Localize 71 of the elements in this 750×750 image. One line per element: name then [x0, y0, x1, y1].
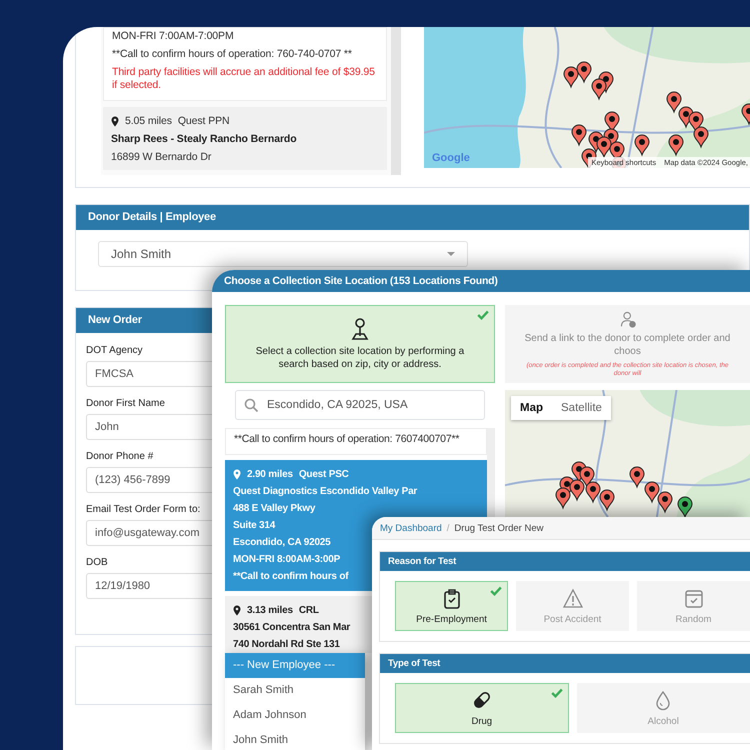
map-logo: Google — [432, 152, 470, 164]
select-value: John Smith — [111, 247, 172, 261]
field-label: Donor First Name — [86, 398, 166, 409]
breadcrumb-link[interactable]: My Dashboard — [380, 522, 442, 534]
site-note: **Call to confirm hours of operation: 760-740-0707 ** — [112, 48, 353, 61]
check-icon — [490, 586, 502, 596]
option-label: Drug — [471, 716, 492, 726]
scrollbar[interactable] — [391, 27, 401, 175]
input-field[interactable]: (123) 456-7899 — [86, 467, 212, 493]
map-pin-icon — [111, 116, 119, 127]
site-detail: Suite 314 — [233, 519, 276, 533]
site-detail: MON-FRI 8:00AM-3:00P — [233, 553, 340, 567]
site-card[interactable]: 5.05 miles Quest PPN Sharp Rees - Stealy Rancho Bernardo 16899 W Bernardo Dr — [103, 107, 387, 170]
warning-icon — [562, 588, 582, 610]
hours-text: MON-FRI 7:00AM-7:00PM — [112, 30, 235, 43]
site-name: Sharp Rees - Stealy Rancho Bernardo — [111, 133, 298, 146]
panel-header: Donor Details | Employee — [76, 205, 749, 230]
site-detail: Quest Diagnostics Escondido Valley Par — [233, 485, 418, 499]
site-detail: 488 E Valley Pkwy — [233, 502, 316, 516]
provider-text: CRL — [298, 604, 319, 618]
provider-text: Quest PPN — [178, 115, 230, 128]
fee-notice: Third party facilities will accrue an additional fee of $39.95 if selected. — [112, 66, 376, 92]
distance-text: 2.90 miles — [247, 468, 293, 482]
clipboard-icon — [442, 588, 462, 610]
menu-item[interactable]: Adam Johnson — [225, 703, 365, 728]
option-label: Random — [676, 614, 712, 624]
breadcrumb-separator: / — [446, 522, 450, 534]
option-text: Select a collection site location by performing a search based on zip, city or address. — [254, 345, 466, 371]
site-detail: 740 Nordahl Rd Ste 131 — [233, 638, 340, 652]
panel-header: Type of Test — [380, 654, 750, 673]
site-detail: **Call to confirm hours of operation: 7607400707** — [234, 432, 460, 447]
panel-header: Reason for Test — [380, 552, 750, 571]
site-card[interactable]: **Call to confirm hours of operation: 7607400707** — [225, 428, 487, 455]
check-icon — [477, 310, 489, 320]
input-field[interactable]: 12/19/1980 — [86, 573, 212, 599]
field-label: Email Test Order Form to: — [86, 504, 202, 515]
option-label: Alcohol — [648, 716, 679, 726]
site-detail: **Call to confirm hours of — [233, 570, 348, 584]
check-icon — [550, 688, 562, 698]
calendar-icon — [684, 588, 704, 610]
map-type-tab[interactable]: Map — [511, 396, 552, 420]
field-label: DOB — [86, 557, 109, 568]
field-label: Donor Phone # — [86, 451, 154, 462]
employee-select[interactable]: John Smith — [98, 241, 468, 267]
map-pin-icon — [233, 605, 241, 616]
input-field[interactable]: FMCSA — [86, 361, 212, 387]
search-icon — [244, 398, 259, 413]
provider-text: Quest PSC — [298, 468, 349, 482]
caret-icon — [447, 252, 455, 256]
map-type-tab[interactable]: Satellite — [552, 396, 611, 420]
panel-header: New Order — [76, 308, 212, 333]
distance-text: 5.05 miles — [125, 115, 172, 128]
option-label: Post Accident — [544, 614, 602, 624]
option-card[interactable]: Drug — [395, 683, 568, 733]
option-card[interactable]: Select a collection site location by performing a search based on zip, city or address. — [225, 305, 495, 383]
site-address: 16899 W Bernardo Dr — [111, 151, 212, 164]
input-field[interactable]: info@usgateway.com — [86, 520, 212, 546]
menu-item[interactable]: John Smith — [225, 728, 365, 750]
dialog-title: Choose a Collection Site Location (153 Locations Found) — [212, 270, 750, 292]
option-text: Send a link to the donor to complete order and choos — [524, 332, 732, 358]
site-detail: Escondido, CA 92025 — [233, 536, 331, 550]
search-field[interactable]: Escondido, CA 92025, USA — [235, 390, 485, 420]
field-label: DOT Agency — [86, 345, 144, 356]
site-detail: 30561 Concentra San Mar — [233, 621, 350, 635]
site-card[interactable]: MON-FRI 7:00AM-7:00PM **Call to confirm hours of operation: 760-740-0707 ** Third party facilities will accrue an additional fee of $39.95 if selected. — [103, 27, 387, 101]
option-card[interactable]: Pre-Employment — [395, 581, 508, 631]
input-field[interactable]: John — [86, 414, 212, 440]
option-label: Pre-Employment — [416, 614, 487, 624]
map-pin-icon — [233, 469, 241, 480]
menu-item[interactable]: Sarah Smith — [225, 678, 365, 703]
distance-text: 3.13 miles — [247, 604, 293, 618]
